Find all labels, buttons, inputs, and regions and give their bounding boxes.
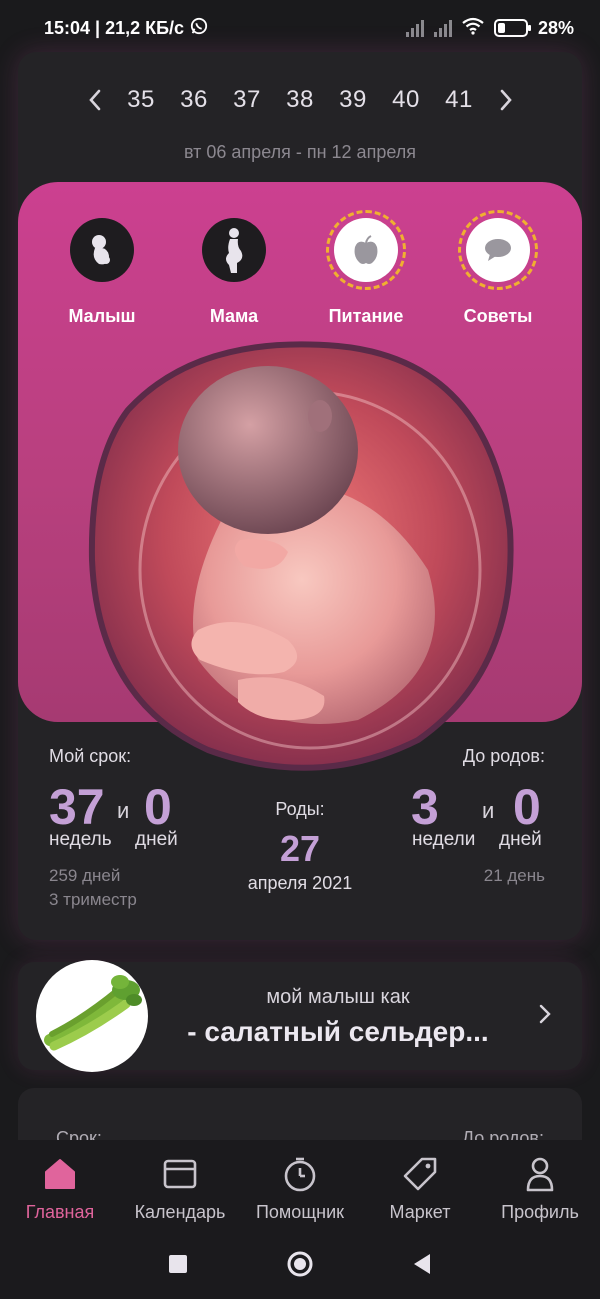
week-item[interactable]: 36	[168, 86, 221, 114]
nav-label: Главная	[25, 1202, 95, 1222]
trimester: 3 триместр	[49, 890, 137, 909]
recents-icon[interactable]	[158, 1244, 198, 1284]
nav-profile[interactable]: Профиль	[480, 1140, 600, 1228]
calendar-icon	[160, 1154, 200, 1194]
system-navigation	[0, 1228, 600, 1299]
until-birth-label: До родов:	[462, 746, 545, 766]
chevron-right-icon[interactable]	[486, 80, 526, 120]
nav-home[interactable]: Главная	[0, 1140, 120, 1228]
week-item[interactable]: 38	[274, 86, 327, 114]
days-unit: дней	[135, 829, 178, 850]
signal-icon	[433, 19, 452, 37]
nav-label: Помощник	[255, 1202, 344, 1222]
birth-label: Роды:	[275, 799, 325, 819]
nav-calendar[interactable]: Календарь	[120, 1140, 240, 1228]
week-selector: 35 36 37 38 39 40 41	[18, 80, 582, 120]
apple-icon	[326, 210, 406, 290]
week-item[interactable]: 37	[221, 86, 274, 114]
week-item[interactable]: 35	[115, 86, 168, 114]
back-icon[interactable]	[402, 1244, 442, 1284]
signal-icon	[405, 19, 424, 37]
weeks-unit: недель	[49, 829, 112, 850]
nav-assistant[interactable]: Помощник	[240, 1140, 360, 1228]
until-days-value: 0	[513, 779, 541, 835]
and-label: и	[117, 798, 130, 823]
baby-size-subtitle: мой малыш как	[266, 986, 410, 1008]
until-days-unit: дней	[499, 829, 542, 850]
until-day-count: 21 день	[483, 866, 545, 885]
days-value: 0	[144, 779, 172, 835]
baby-icon	[70, 218, 134, 282]
baby-size-card[interactable]: мой малыш как - салатный сельдер...	[18, 960, 582, 1072]
nav-label: Календарь	[134, 1202, 226, 1222]
category-label: Малыш	[68, 306, 136, 326]
status-bar: 15:04 | 21,2 КБ/с 28%	[0, 0, 600, 56]
battery-icon	[493, 19, 531, 37]
week-item[interactable]: 39	[327, 86, 380, 114]
category-label: Мама	[209, 306, 259, 326]
category-baby[interactable]: Малыш	[47, 218, 157, 327]
chat-icon	[458, 210, 538, 290]
birth-month-year: апреля 2021	[247, 873, 353, 893]
home-button-icon[interactable]	[280, 1244, 320, 1284]
week-item[interactable]: 41	[433, 86, 486, 114]
pregnancy-stats: Мой срок: 37 и 0 недель дней 259 дней 3 …	[18, 740, 582, 940]
category-nutrition[interactable]: Питание	[311, 210, 421, 327]
stopwatch-icon	[280, 1154, 320, 1194]
total-days: 259 дней	[49, 866, 121, 885]
fetus-illustration	[88, 340, 514, 772]
birth-day: 27	[279, 828, 321, 869]
status-time-speed: 15:04 | 21,2 КБ/с	[44, 17, 185, 38]
baby-size-title: - салатный сельдер...	[187, 1016, 489, 1047]
battery-percent: 28%	[537, 17, 574, 38]
tag-icon	[400, 1154, 440, 1194]
until-weeks-value: 3	[411, 779, 439, 835]
mother-icon	[202, 218, 266, 282]
whatsapp-icon	[190, 17, 208, 40]
wifi-icon	[462, 17, 484, 40]
bottom-navigation: Главная Календарь Помощник Маркет Профил…	[0, 1140, 600, 1228]
home-icon	[40, 1154, 80, 1194]
category-tips[interactable]: Советы	[443, 210, 553, 327]
category-label: Советы	[463, 306, 533, 326]
nav-market[interactable]: Маркет	[360, 1140, 480, 1228]
week-item[interactable]: 40	[380, 86, 433, 114]
my-term-label: Мой срок:	[49, 746, 132, 766]
until-weeks-unit: недели	[412, 829, 476, 850]
week-date-range: вт 06 апреля - пн 12 апреля	[183, 142, 416, 162]
weeks-value: 37	[49, 779, 105, 835]
nav-label: Профиль	[501, 1202, 579, 1222]
category-mother[interactable]: Мама	[179, 218, 289, 327]
and-label: и	[482, 798, 495, 823]
nav-label: Маркет	[389, 1202, 451, 1222]
chevron-left-icon[interactable]	[75, 80, 115, 120]
profile-icon	[520, 1154, 560, 1194]
category-label: Питание	[328, 306, 404, 326]
celery-image	[36, 960, 148, 1072]
pregnancy-card: 35 36 37 38 39 40 41 вт 06 апреля - пн 1…	[18, 52, 582, 940]
chevron-right-icon	[538, 1000, 552, 1032]
